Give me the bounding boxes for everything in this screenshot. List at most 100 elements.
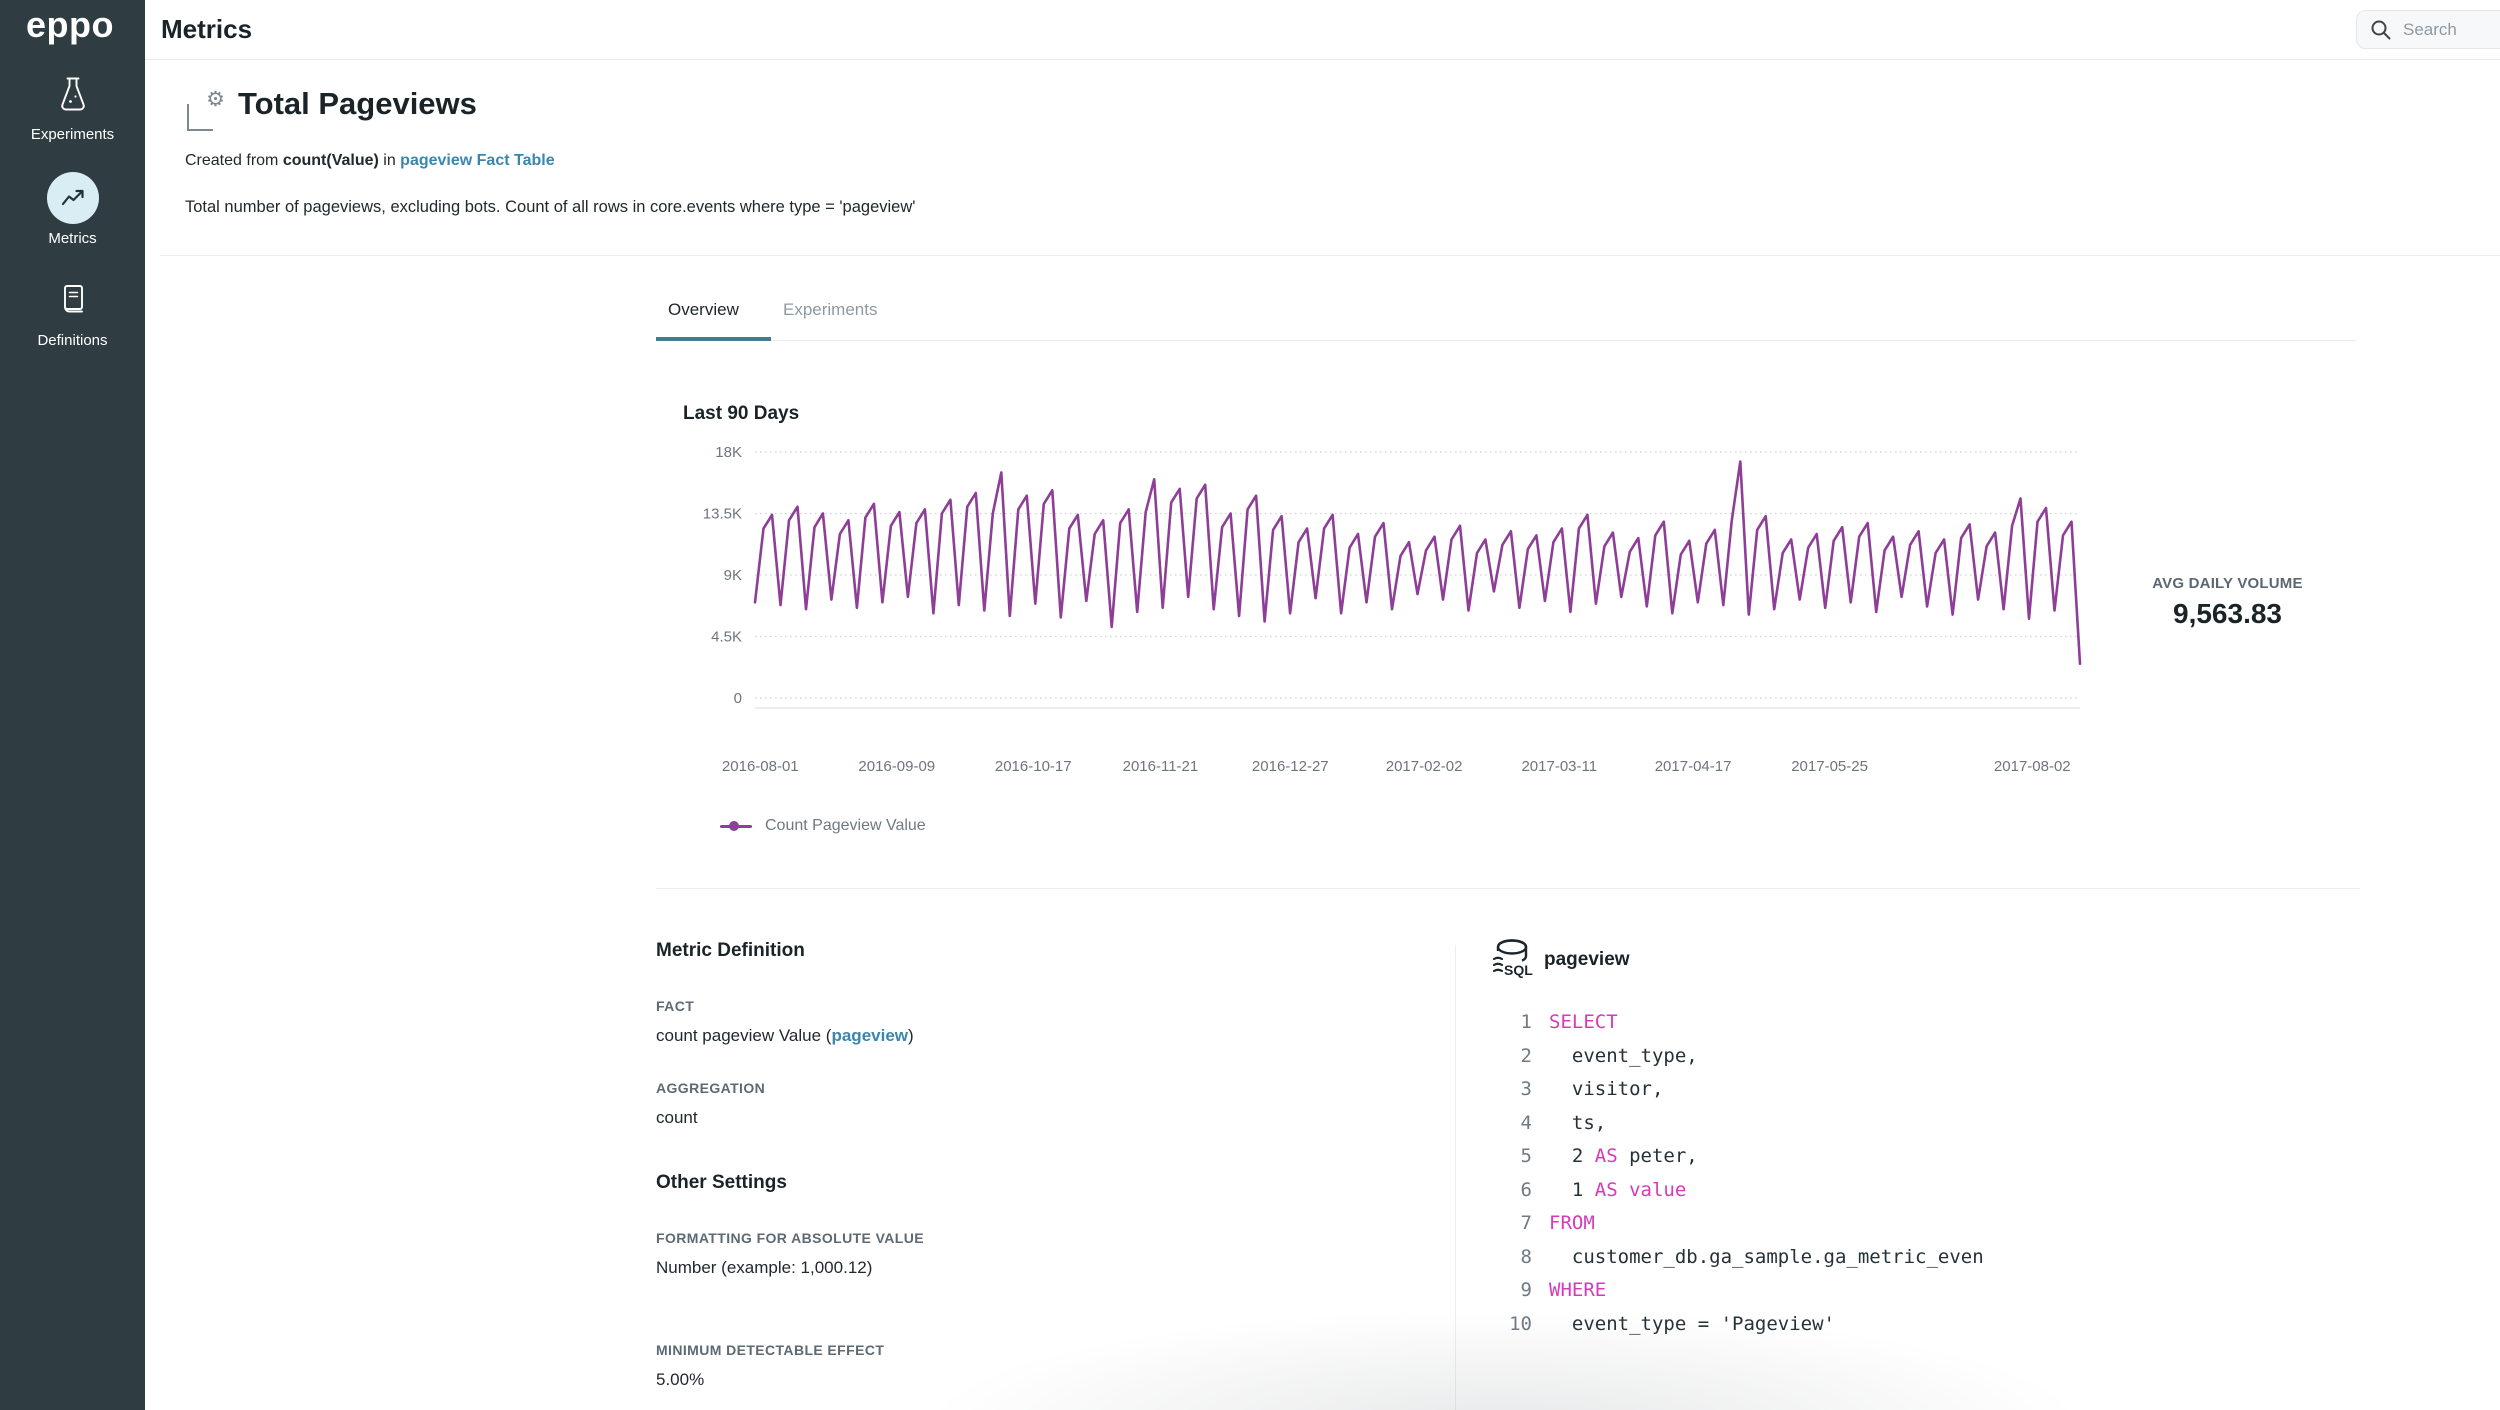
sql-code-line: 6 1 AS value (1490, 1174, 1984, 1208)
code-text: customer_db.ga_sample.ga_metric_even (1549, 1241, 1984, 1275)
mde-label: MINIMUM DETECTABLE EFFECT (656, 1342, 884, 1358)
sidebar-item-experiments[interactable]: Experiments (0, 66, 145, 143)
sql-code-line: 1 SELECT (1490, 1006, 1984, 1040)
svg-text:9K: 9K (724, 567, 742, 584)
line-number: 9 (1490, 1274, 1532, 1308)
created-from-aggregation: count(Value) (283, 152, 379, 169)
tab-baseline (656, 340, 2356, 341)
svg-text:SQL: SQL (1504, 962, 1533, 978)
sql-panel-title: pageview (1544, 949, 1630, 971)
code-text: WHERE (1549, 1274, 1606, 1308)
svg-text:2017-05-25: 2017-05-25 (1791, 758, 1868, 775)
line-number: 7 (1490, 1207, 1532, 1241)
sidebar-item-label: Definitions (0, 332, 145, 349)
sidebar-item-definitions[interactable]: Definitions (0, 272, 145, 349)
sidebar-item-label: Experiments (0, 126, 145, 143)
fact-label: FACT (656, 998, 694, 1014)
fact-value: count pageview Value (pageview) (656, 1026, 914, 1046)
svg-text:2017-03-11: 2017-03-11 (1521, 758, 1597, 775)
sql-code-line: 8 customer_db.ga_sample.ga_metric_even (1490, 1241, 1984, 1275)
topbar: Metrics Search (145, 0, 2500, 60)
code-text: 2 AS peter, (1549, 1140, 1698, 1174)
code-text: ts, (1549, 1107, 1606, 1141)
svg-text:2016-09-09: 2016-09-09 (858, 758, 935, 775)
line-number: 10 (1490, 1308, 1532, 1342)
sql-database-icon: SQL (1490, 937, 1534, 983)
mde-value: 5.00% (656, 1370, 704, 1390)
line-number: 8 (1490, 1241, 1532, 1275)
svg-text:2017-08-02: 2017-08-02 (1994, 758, 2071, 775)
header-divider (160, 255, 2500, 256)
pageview-fact-link[interactable]: pageview (831, 1026, 908, 1045)
chart-title: Last 90 Days (683, 403, 799, 425)
tab-experiments[interactable]: Experiments (783, 300, 877, 320)
code-text: visitor, (1549, 1073, 1663, 1107)
other-settings-heading: Other Settings (656, 1172, 787, 1194)
svg-text:2016-08-01: 2016-08-01 (722, 758, 799, 775)
fact-value-prefix: count pageview Value ( (656, 1026, 831, 1045)
svg-text:2016-12-27: 2016-12-27 (1252, 758, 1329, 775)
sql-code-line: 10 event_type = 'Pageview' (1490, 1308, 1984, 1342)
volume-chart[interactable]: 04.5K9K13.5K18K2016-08-012016-09-092016-… (656, 430, 2360, 782)
line-number: 6 (1490, 1174, 1532, 1208)
sidebar-item-label: Metrics (0, 230, 145, 247)
main-content: ⚙ Total Pageviews Created from count(Val… (145, 60, 2500, 1410)
book-icon (0, 272, 145, 328)
metric-definition-heading: Metric Definition (656, 940, 805, 962)
created-from-line: Created from count(Value) in pageview Fa… (185, 152, 555, 170)
sql-code-line: 7 FROM (1490, 1207, 1984, 1241)
line-number: 4 (1490, 1107, 1532, 1141)
page-title: Total Pageviews (238, 86, 477, 122)
eppo-logo[interactable]: eppo (26, 4, 114, 46)
svg-text:2016-11-21: 2016-11-21 (1123, 758, 1199, 775)
section-divider (656, 888, 2360, 889)
sql-code-line: 2 event_type, (1490, 1040, 1984, 1074)
metric-description: Total number of pageviews, excluding bot… (185, 198, 915, 217)
legend-line-marker (720, 825, 752, 828)
column-divider (1455, 945, 1456, 1410)
sql-code-line: 4 ts, (1490, 1107, 1984, 1141)
line-chart-icon (47, 172, 99, 224)
fact-value-suffix: ) (908, 1026, 914, 1045)
code-text: event_type, (1549, 1040, 1698, 1074)
search-input[interactable]: Search (2356, 10, 2500, 49)
stat-value: 9,563.83 (2140, 598, 2315, 630)
line-number: 3 (1490, 1073, 1532, 1107)
sql-code-line: 5 2 AS peter, (1490, 1140, 1984, 1174)
sql-code-line: 9 WHERE (1490, 1274, 1984, 1308)
svg-text:2017-02-02: 2017-02-02 (1386, 758, 1463, 775)
line-number: 1 (1490, 1006, 1532, 1040)
code-text: 1 AS value (1549, 1174, 1686, 1208)
app-window: eppo Experiments Metrics (0, 0, 2500, 1410)
search-icon (2369, 18, 2393, 42)
search-placeholder: Search (2403, 20, 2457, 40)
avg-daily-volume-stat: AVG DAILY VOLUME 9,563.83 (2140, 575, 2315, 630)
svg-text:2016-10-17: 2016-10-17 (995, 758, 1072, 775)
sql-code-line: 3 visitor, (1490, 1073, 1984, 1107)
svg-text:2017-04-17: 2017-04-17 (1655, 758, 1732, 775)
sql-code-block: 1SELECT2 event_type,3 visitor,4 ts,5 2 A… (1490, 1006, 1984, 1341)
formatting-label: FORMATTING FOR ABSOLUTE VALUE (656, 1230, 924, 1246)
legend-item-count-pageview-value[interactable]: Count Pageview Value (720, 817, 926, 835)
line-number: 5 (1490, 1140, 1532, 1174)
page-section-title: Metrics (161, 14, 252, 45)
flask-icon (0, 66, 145, 122)
code-text: SELECT (1549, 1006, 1618, 1040)
tab-overview[interactable]: Overview (668, 300, 739, 320)
sql-panel-header: SQL pageview (1490, 937, 1630, 983)
created-from-middle: in (379, 152, 400, 169)
fact-table-link[interactable]: pageview Fact Table (400, 152, 554, 169)
aggregation-value: count (656, 1108, 698, 1128)
created-from-prefix: Created from (185, 152, 283, 169)
svg-text:18K: 18K (715, 444, 742, 461)
svg-text:13.5K: 13.5K (703, 506, 742, 523)
aggregation-label: AGGREGATION (656, 1080, 765, 1096)
sidebar-item-metrics[interactable]: Metrics (0, 170, 145, 247)
formatting-value: Number (example: 1,000.12) (656, 1258, 872, 1278)
code-text: FROM (1549, 1207, 1595, 1241)
sidebar: eppo Experiments Metrics (0, 0, 145, 1410)
code-text: event_type = 'Pageview' (1549, 1308, 1835, 1342)
metric-icon: ⚙ (185, 93, 225, 133)
legend-label: Count Pageview Value (765, 817, 926, 835)
svg-text:0: 0 (734, 690, 742, 707)
